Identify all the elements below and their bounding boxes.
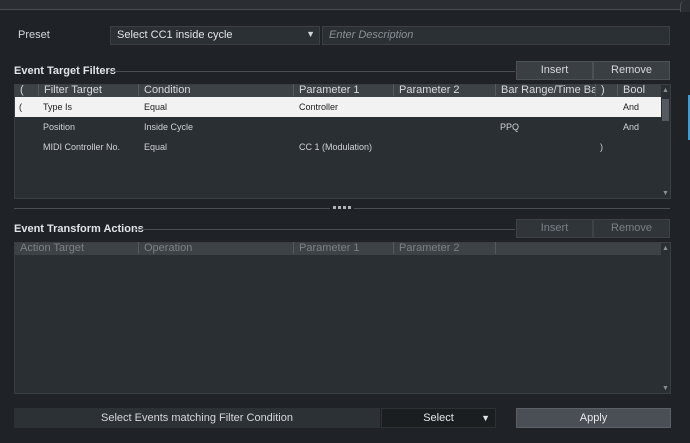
dropdown-arrow-icon: ▼: [306, 29, 315, 39]
col-action-target[interactable]: Action Target: [15, 242, 138, 254]
cell-target: MIDI Controller No.: [43, 142, 121, 152]
cell-bool: And: [623, 122, 640, 132]
filters-table-header: ( Filter Target Condition Parameter 1 Pa…: [15, 84, 670, 97]
table-row[interactable]: ( Type Is Equal Controller And: [15, 97, 670, 117]
cell-close: ): [600, 142, 603, 152]
col-bar-range[interactable]: Bar Range/Time Base: [495, 84, 595, 96]
preset-select[interactable]: Select CC1 inside cycle ▼: [110, 26, 320, 45]
cell-open: (: [19, 102, 22, 112]
col-close-paren[interactable]: ): [595, 84, 617, 96]
filters-section-divider: [108, 71, 515, 72]
col-filter-target[interactable]: Filter Target: [38, 84, 138, 96]
pane-splitter-handle[interactable]: [333, 206, 351, 210]
actions-table-header: Action Target Operation Parameter 1 Para…: [15, 242, 670, 255]
col-bool[interactable]: Bool: [617, 84, 661, 96]
cell-condition: Inside Cycle: [144, 122, 194, 132]
filters-section-title: Event Target Filters: [14, 65, 116, 77]
col-condition[interactable]: Condition: [138, 84, 293, 96]
scroll-down-icon[interactable]: ▼: [661, 190, 670, 197]
table-row[interactable]: Position Inside Cycle PPQ And: [15, 117, 670, 137]
window-top-frame: [0, 0, 690, 12]
function-select[interactable]: Select ▼: [381, 408, 496, 428]
scroll-up-icon[interactable]: ▲: [661, 87, 670, 94]
scroll-down-icon[interactable]: ▼: [661, 385, 670, 392]
cell-param1: CC 1 (Modulation): [299, 142, 373, 152]
actions-section-title: Event Transform Actions: [14, 223, 144, 235]
scroll-up-icon[interactable]: ▲: [661, 245, 670, 252]
col-open-paren[interactable]: (: [15, 84, 38, 96]
cell-target: Position: [43, 122, 76, 132]
filters-insert-button[interactable]: Insert: [516, 61, 593, 80]
scrollbar-thumb[interactable]: [662, 99, 669, 121]
col-action-parameter-2[interactable]: Parameter 2: [393, 242, 495, 254]
actions-insert-button[interactable]: Insert: [516, 219, 593, 238]
dropdown-arrow-icon: ▼: [481, 413, 490, 423]
cell-bool: And: [623, 102, 640, 112]
actions-section-divider: [134, 229, 515, 230]
col-action-parameter-1[interactable]: Parameter 1: [293, 242, 393, 254]
cell-condition: Equal: [144, 142, 168, 152]
window-corner: [680, 0, 690, 12]
col-parameter-1[interactable]: Parameter 1: [293, 84, 393, 96]
filters-remove-button[interactable]: Remove: [593, 61, 670, 80]
col-parameter-2[interactable]: Parameter 2: [393, 84, 495, 96]
splitter-line-right: [354, 208, 670, 209]
col-operation[interactable]: Operation: [138, 242, 293, 254]
preset-value: Select CC1 inside cycle: [117, 29, 233, 41]
preset-label: Preset: [18, 29, 50, 41]
splitter-line-left: [14, 208, 330, 209]
preset-description-input[interactable]: Enter Description: [322, 26, 670, 45]
actions-remove-button[interactable]: Remove: [593, 219, 670, 238]
preset-description-placeholder: Enter Description: [329, 29, 414, 41]
apply-button[interactable]: Apply: [516, 408, 671, 428]
match-filter-label: Select Events matching Filter Condition: [14, 408, 380, 428]
preset-row: Preset Select CC1 inside cycle ▼ Enter D…: [0, 24, 690, 48]
actions-table: Action Target Operation Parameter 1 Para…: [14, 242, 671, 394]
filters-scrollbar[interactable]: ▲ ▼: [661, 85, 670, 198]
actions-scrollbar[interactable]: ▲ ▼: [661, 243, 670, 393]
cell-range: PPQ: [500, 122, 520, 132]
actions-button-group: Insert Remove: [516, 219, 670, 238]
col-action-empty: [495, 242, 661, 254]
cell-target: Type Is: [43, 102, 73, 112]
cell-condition: Equal: [144, 102, 168, 112]
cell-param1: Controller: [299, 102, 339, 112]
table-row[interactable]: MIDI Controller No. Equal CC 1 (Modulati…: [15, 137, 670, 157]
filters-button-group: Insert Remove: [516, 61, 670, 80]
function-select-value: Select: [423, 412, 454, 424]
filters-table: ( Filter Target Condition Parameter 1 Pa…: [14, 84, 671, 199]
